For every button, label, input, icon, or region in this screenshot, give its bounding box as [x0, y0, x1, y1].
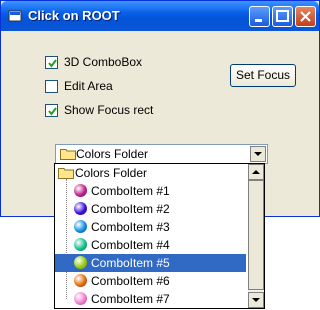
folder-icon	[60, 149, 76, 160]
list-item-label: Colors Folder	[75, 166, 148, 180]
maximize-icon	[276, 10, 289, 22]
minimize-button[interactable]	[249, 6, 270, 27]
scroll-up-icon	[252, 170, 260, 174]
color-ball-icon	[74, 220, 87, 233]
combo-dropdown-button[interactable]	[250, 146, 266, 162]
color-ball-icon	[74, 274, 87, 287]
list-item[interactable]: ComboItem #1	[55, 182, 246, 200]
list-item[interactable]: ComboItem #4	[55, 236, 246, 254]
minimize-icon	[255, 19, 262, 22]
checkbox-label: Edit Area	[64, 79, 113, 93]
checkbox-edit-area[interactable]	[45, 80, 58, 93]
title-bar[interactable]: Click on ROOT	[1, 1, 319, 31]
folder-icon	[58, 168, 74, 179]
checkbox-label: Show Focus rect	[64, 103, 154, 117]
combo-dropdown-list: Colors Folder ComboItem #1 ComboItem #2 …	[54, 163, 265, 309]
combo-selected-value: Colors Folder	[76, 147, 149, 161]
scrollbar-thumb[interactable]	[248, 180, 264, 290]
window-title: Click on ROOT	[28, 8, 120, 23]
list-item-label: ComboItem #3	[91, 220, 170, 234]
list-item-label: ComboItem #4	[91, 238, 170, 252]
list-item-label: ComboItem #5	[91, 256, 170, 270]
list-item[interactable]: ComboItem #7	[55, 290, 246, 308]
list-item-root[interactable]: Colors Folder	[55, 164, 246, 182]
colors-combobox[interactable]: Colors Folder	[55, 144, 268, 164]
checkbox-label: 3D ComboBox	[64, 55, 143, 69]
scroll-down-icon	[252, 298, 260, 302]
list-item-label: ComboItem #7	[91, 292, 170, 306]
check-icon	[48, 59, 57, 68]
list-item[interactable]: ComboItem #3	[55, 218, 246, 236]
color-ball-icon	[74, 202, 87, 215]
list-item[interactable]: ComboItem #2	[55, 200, 246, 218]
checkbox-3d-combobox[interactable]	[45, 56, 58, 69]
close-icon	[300, 11, 311, 22]
list-item-label: ComboItem #2	[91, 202, 170, 216]
check-icon	[48, 107, 57, 116]
app-icon	[8, 10, 22, 22]
color-ball-icon	[74, 256, 87, 269]
color-ball-icon	[74, 184, 87, 197]
list-item-selected[interactable]: ComboItem #5	[55, 254, 246, 272]
list-item-label: ComboItem #1	[91, 184, 170, 198]
list-item-label: ComboItem #6	[91, 274, 170, 288]
set-focus-button[interactable]: Set Focus	[230, 64, 296, 87]
list-item[interactable]: ComboItem #6	[55, 272, 246, 290]
scroll-up-button[interactable]	[248, 164, 264, 180]
checkbox-show-focus-rect[interactable]	[45, 104, 58, 117]
maximize-button[interactable]	[272, 6, 293, 27]
color-ball-icon	[74, 292, 87, 305]
close-button[interactable]	[295, 6, 316, 27]
chevron-down-icon	[254, 152, 262, 156]
color-ball-icon	[74, 238, 87, 251]
scroll-down-button[interactable]	[248, 292, 264, 308]
vertical-scrollbar[interactable]	[248, 164, 264, 308]
